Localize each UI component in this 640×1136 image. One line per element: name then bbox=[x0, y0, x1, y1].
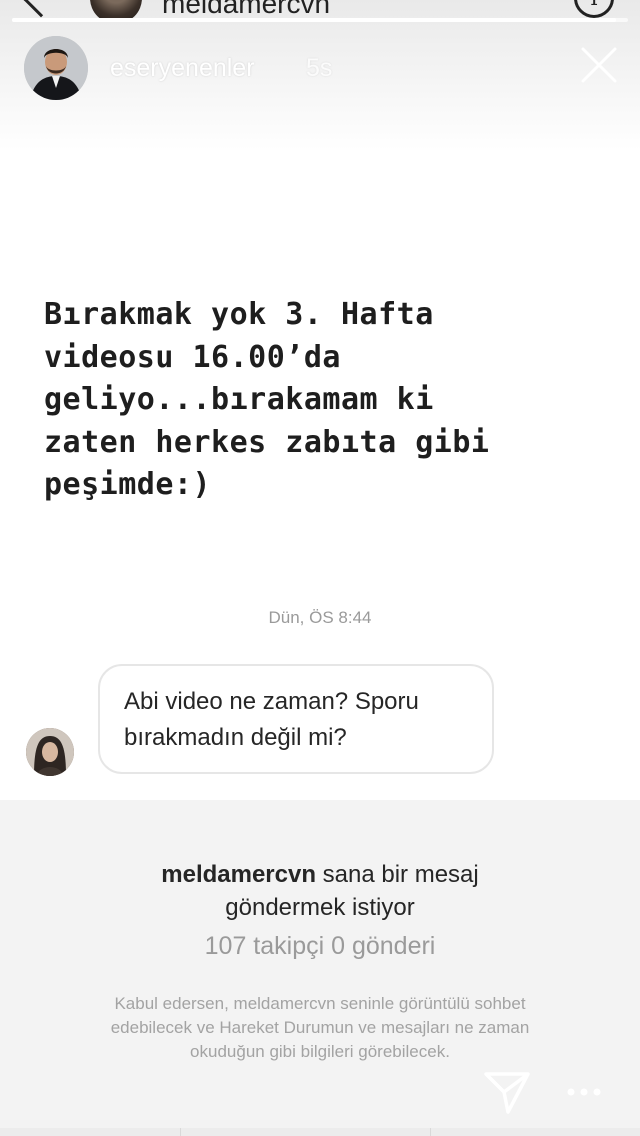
story-progress-bar bbox=[12, 18, 628, 22]
request-note: Kabul edersen, meldamercvn seninle görün… bbox=[40, 992, 600, 1064]
story-text-line: Bırakmak yok 3. Hafta bbox=[44, 297, 434, 332]
request-stats: 107 takipçi 0 gönderi bbox=[204, 932, 436, 960]
story-header: eseryenenler 5s bbox=[24, 36, 620, 100]
request-title: meldamercvn sana bir mesaj göndermek ist… bbox=[60, 858, 580, 924]
story-text: Bırakmak yok 3. Hafta videosu 16.00’da g… bbox=[44, 294, 604, 507]
bottom-divider bbox=[180, 1128, 300, 1136]
story-text-line: peşimde:) bbox=[44, 467, 212, 502]
info-icon[interactable]: i bbox=[574, 0, 614, 18]
request-note-line: edebilecek ve Hareket Durumun ve mesajla… bbox=[110, 1018, 530, 1037]
request-title-line2: göndermek istiyor bbox=[225, 894, 415, 921]
chat-username: meldamercvn bbox=[162, 0, 331, 19]
message-bubble[interactable]: Abi video ne zaman? Sporu bırakmadın değ… bbox=[98, 664, 494, 774]
more-icon[interactable] bbox=[564, 1080, 604, 1104]
story-text-line: videosu 16.00’da bbox=[44, 339, 341, 375]
bottom-divider bbox=[430, 1128, 550, 1136]
story-progress-fill bbox=[12, 18, 616, 22]
story-screen: meldamercvn i eseryenenler 5s Bırakmak bbox=[0, 0, 640, 1136]
story-time-ago: 5s bbox=[306, 54, 333, 82]
send-icon[interactable] bbox=[482, 1068, 532, 1116]
request-username[interactable]: meldamercvn bbox=[161, 861, 316, 888]
message-timestamp: Dün, ÖS 8:44 bbox=[268, 608, 372, 627]
story-username[interactable]: eseryenenler bbox=[110, 54, 255, 83]
message-request-panel: meldamercvn sana bir mesaj göndermek ist… bbox=[0, 802, 640, 1136]
back-chevron-icon[interactable] bbox=[22, 0, 60, 18]
request-note-line: okuduğun gibi bilgileri görebilecek. bbox=[190, 1042, 450, 1061]
close-icon[interactable] bbox=[580, 46, 618, 84]
message-line: bırakmadın değil mi? bbox=[124, 724, 347, 751]
story-text-line: geliyo...bırakamam ki bbox=[44, 382, 434, 417]
bottom-action-bar bbox=[0, 1128, 640, 1136]
message-line: Abi video ne zaman? Sporu bbox=[124, 688, 419, 715]
story-avatar[interactable] bbox=[24, 36, 88, 100]
request-note-line: Kabul edersen, meldamercvn seninle görün… bbox=[114, 994, 526, 1013]
story-text-line: zaten herkes zabıta gibi bbox=[44, 424, 490, 460]
request-title-rest: sana bir mesaj bbox=[316, 861, 479, 888]
sender-avatar[interactable] bbox=[26, 728, 74, 776]
